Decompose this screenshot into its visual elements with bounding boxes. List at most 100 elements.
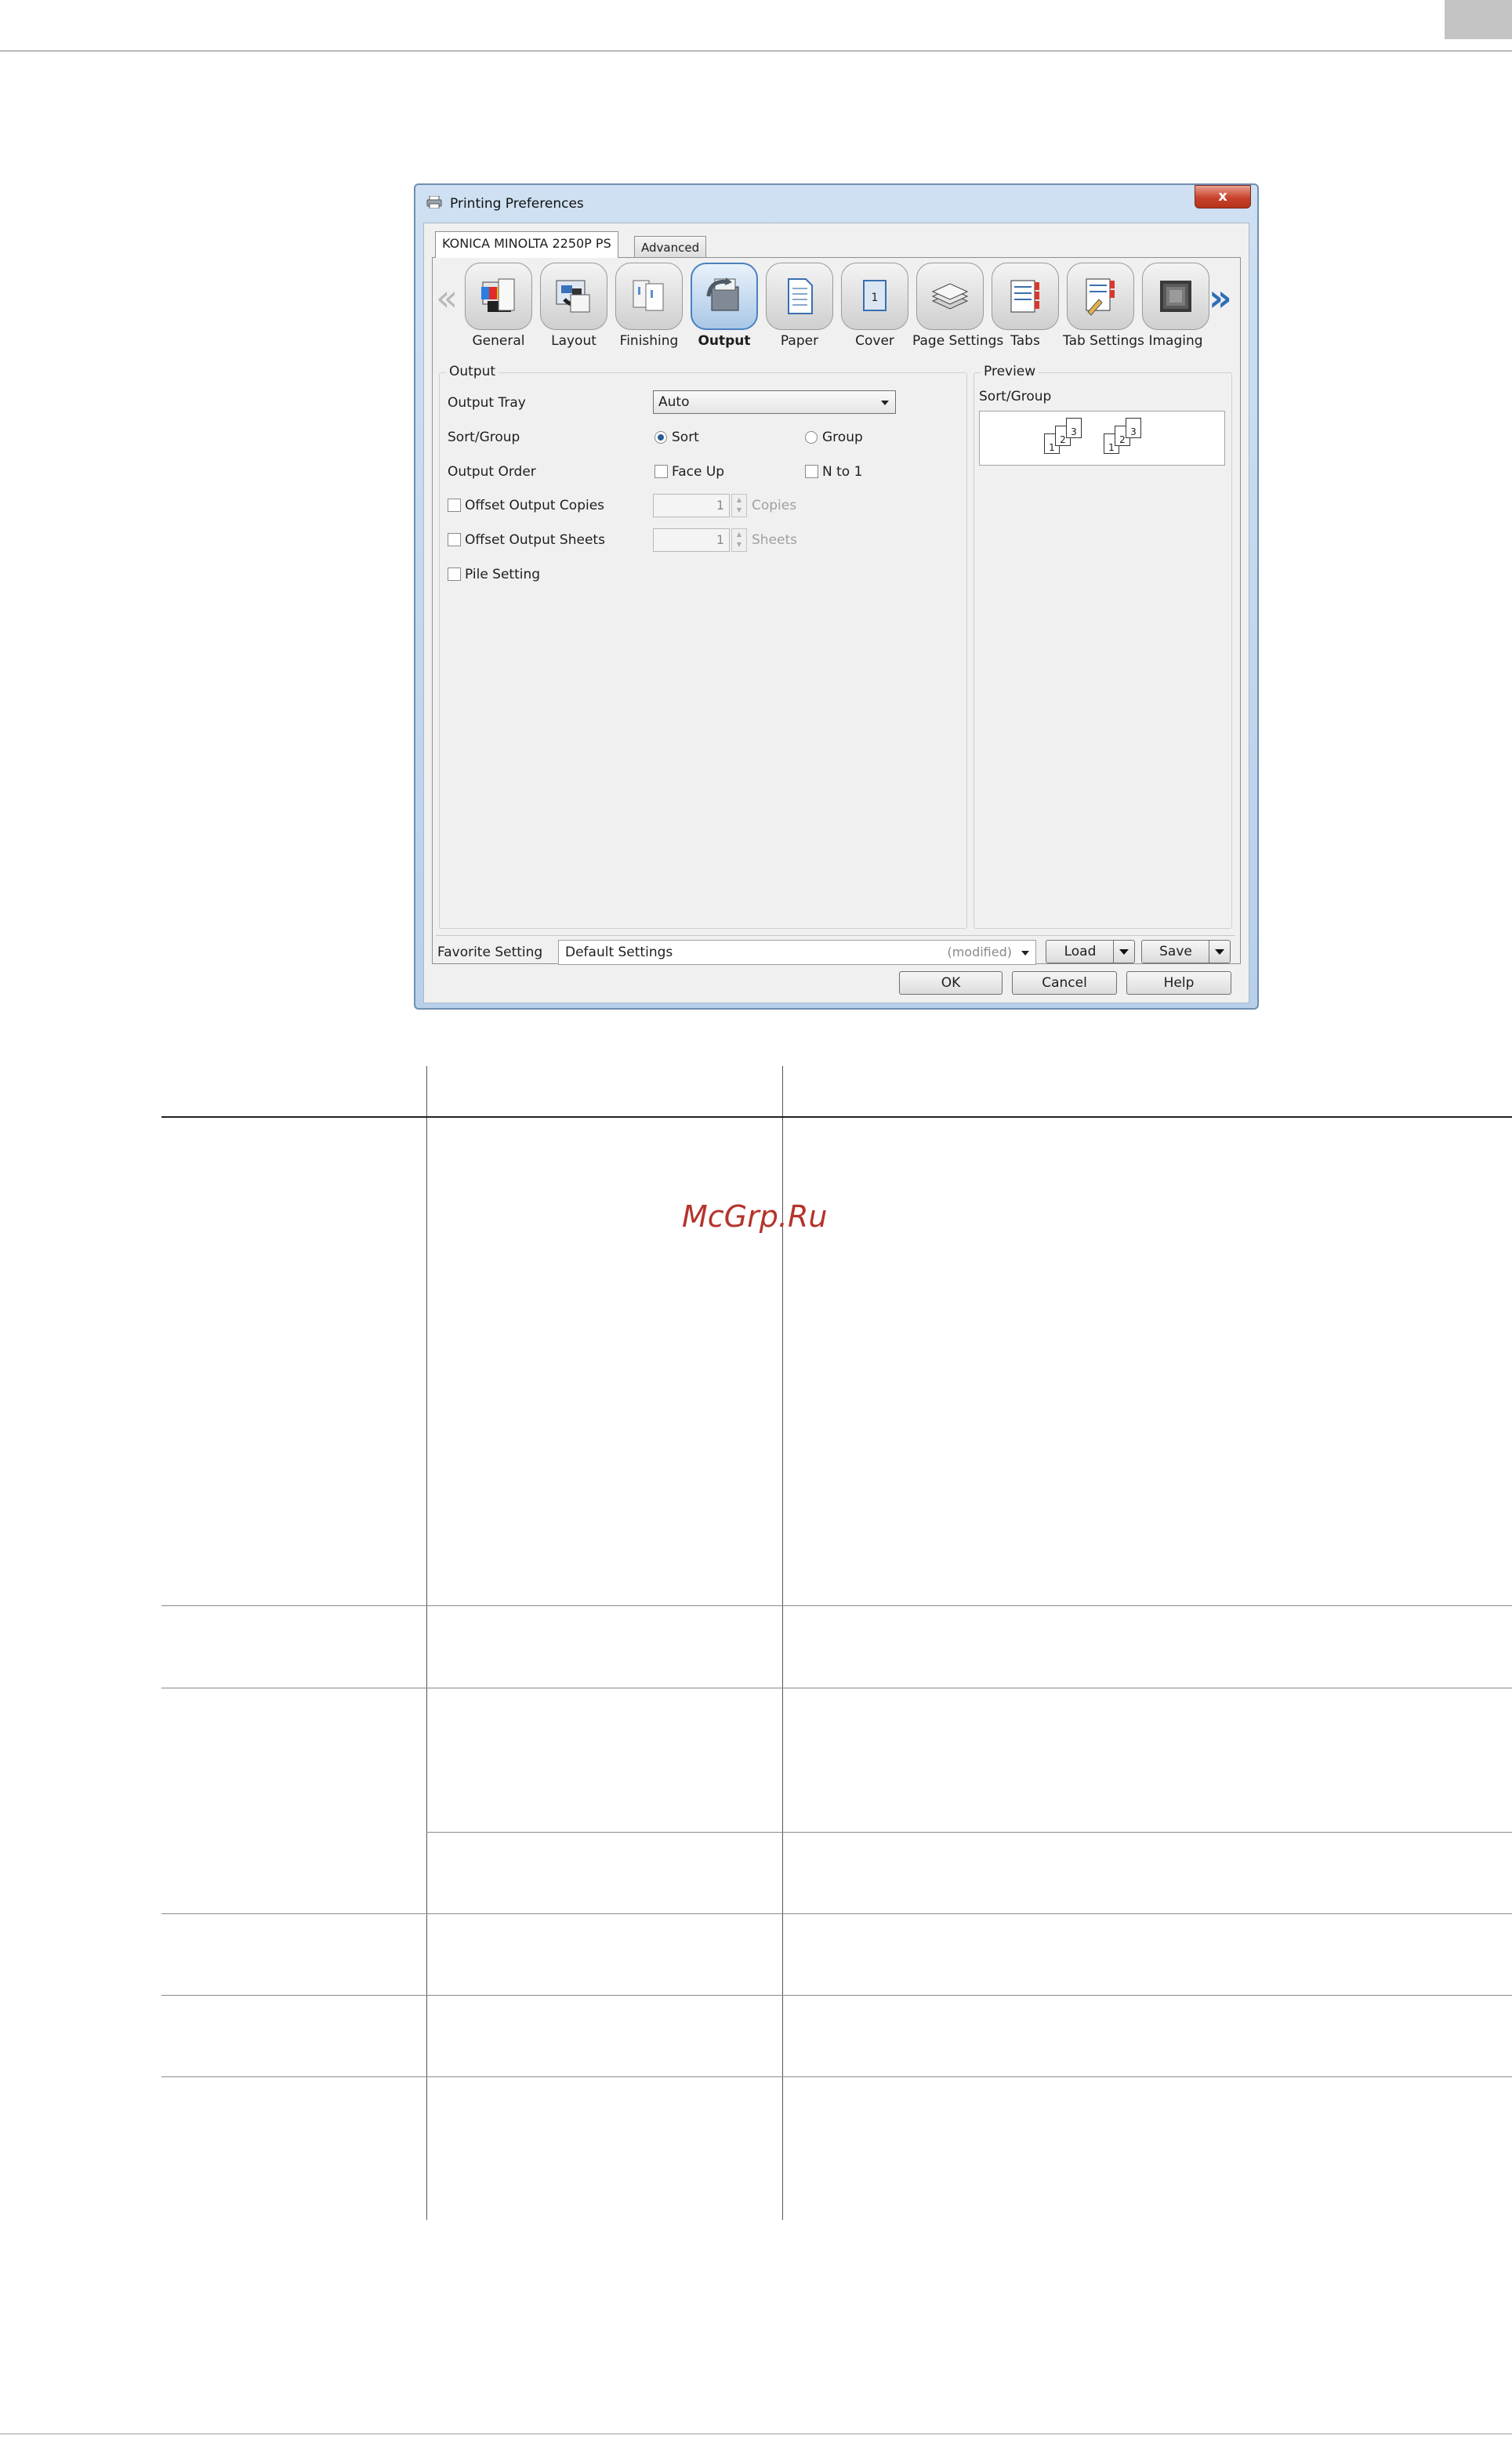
- category-label: Finishing: [619, 333, 679, 349]
- category-cover[interactable]: 1 Cover: [837, 263, 912, 349]
- category-paper[interactable]: Paper: [762, 263, 837, 349]
- group-radio[interactable]: [805, 431, 818, 444]
- face-up-label[interactable]: Face Up: [672, 464, 724, 480]
- output-icon: [691, 263, 758, 330]
- scroll-left-icon[interactable]: «: [436, 280, 458, 316]
- group-radio-label[interactable]: Group: [822, 430, 863, 445]
- output-tray-label: Output Tray: [448, 395, 526, 411]
- category-layout[interactable]: Layout: [536, 263, 611, 349]
- offset-copies-label[interactable]: Offset Output Copies: [465, 498, 604, 513]
- category-output[interactable]: Output: [687, 263, 762, 349]
- load-dropdown-icon[interactable]: [1113, 941, 1134, 963]
- watermark-text: McGrp.Ru: [682, 1199, 828, 1234]
- footer-rule: [0, 2433, 1512, 2435]
- favorite-setting-select[interactable]: Default Settings (modified): [558, 940, 1036, 965]
- cover-icon: 1: [841, 263, 908, 330]
- sort-radio[interactable]: [654, 431, 667, 444]
- output-group: Output Output Tray Auto Sort/Group Sort …: [439, 364, 967, 929]
- ok-button[interactable]: OK: [899, 971, 1003, 995]
- category-tab-settings[interactable]: Tab Settings: [1063, 263, 1144, 349]
- tabs-icon: [992, 263, 1059, 330]
- category-label: Output: [698, 333, 751, 349]
- paper-icon: [766, 263, 833, 330]
- general-icon: [465, 263, 532, 330]
- table-subrow-rule: [426, 1832, 1512, 1833]
- sort-group-label: Sort/Group: [448, 430, 520, 445]
- output-group-title: Output: [446, 364, 499, 379]
- preview-page: 3: [1126, 418, 1141, 438]
- finishing-icon: [615, 263, 683, 330]
- page-corner-tab: [1445, 0, 1512, 39]
- preview-group: Preview Sort/Group 1 2 3 1 2 3: [974, 364, 1232, 929]
- tab-panel: « General Layout Finishing Output Paper …: [432, 257, 1241, 965]
- scroll-right-icon[interactable]: »: [1209, 280, 1232, 316]
- chevron-down-icon: [1021, 951, 1029, 956]
- output-order-label: Output Order: [448, 464, 536, 480]
- face-up-checkbox[interactable]: [654, 465, 668, 478]
- favorite-setting-value: Default Settings: [565, 945, 673, 960]
- printer-icon: [426, 196, 442, 209]
- pile-setting-checkbox[interactable]: [448, 568, 461, 581]
- table-row-rule: [161, 2076, 1512, 2077]
- n-to-1-label[interactable]: N to 1: [822, 464, 862, 480]
- table-column-divider: [426, 1066, 427, 2220]
- category-label: Paper: [780, 333, 819, 349]
- save-dropdown-icon[interactable]: [1209, 941, 1230, 963]
- dialog-title: Printing Preferences: [450, 196, 584, 212]
- table-row-rule: [161, 1995, 1512, 1996]
- close-button[interactable]: x: [1195, 185, 1251, 209]
- imaging-icon: [1142, 263, 1209, 330]
- category-label: Imaging: [1148, 333, 1203, 349]
- tab-settings-icon: [1067, 263, 1134, 330]
- svg-text:1: 1: [872, 292, 879, 304]
- header-rule: [0, 50, 1512, 52]
- offset-sheets-stepper[interactable]: ▲ ▼: [731, 528, 747, 552]
- category-label: Layout: [551, 333, 596, 349]
- help-button[interactable]: Help: [1126, 971, 1231, 995]
- tab-konica-minolta[interactable]: KONICA MINOLTA 2250P PS: [435, 231, 618, 258]
- offset-sheets-checkbox[interactable]: [448, 533, 461, 546]
- category-label: Tab Settings: [1063, 333, 1144, 349]
- category-label: General: [472, 333, 525, 349]
- offset-copies-input[interactable]: 1: [653, 494, 730, 517]
- category-general[interactable]: General: [461, 263, 536, 349]
- output-tray-value: Auto: [658, 394, 690, 410]
- chevron-down-icon: [881, 401, 889, 405]
- preview-page: 3: [1066, 418, 1082, 438]
- favorite-divider: [436, 935, 1235, 936]
- n-to-1-checkbox[interactable]: [805, 465, 818, 478]
- output-tray-select[interactable]: Auto: [653, 390, 896, 414]
- category-imaging[interactable]: Imaging: [1138, 263, 1213, 349]
- dialog-client: KONICA MINOLTA 2250P PS Advanced « Gener…: [423, 223, 1249, 1003]
- pile-setting-label[interactable]: Pile Setting: [465, 567, 540, 582]
- tab-advanced[interactable]: Advanced: [634, 236, 707, 258]
- table-column-divider: [782, 1066, 783, 2220]
- save-label: Save: [1159, 944, 1192, 959]
- category-tabs[interactable]: Tabs: [988, 263, 1063, 349]
- offset-sheets-input[interactable]: 1: [653, 528, 730, 552]
- category-page-settings[interactable]: Page Settings: [912, 263, 1004, 349]
- table-row-rule: [161, 1913, 1512, 1914]
- category-label: Page Settings: [912, 333, 1004, 349]
- category-label: Tabs: [1010, 333, 1040, 349]
- category-bar: « General Layout Finishing Output Paper …: [433, 263, 1240, 357]
- save-button[interactable]: Save: [1141, 940, 1231, 963]
- offset-sheets-unit: Sheets: [752, 532, 798, 548]
- category-finishing[interactable]: Finishing: [611, 263, 687, 349]
- sort-radio-label[interactable]: Sort: [672, 430, 699, 445]
- category-label: Cover: [855, 333, 894, 349]
- table-header-rule: [161, 1116, 1512, 1118]
- cancel-button[interactable]: Cancel: [1012, 971, 1117, 995]
- offset-copies-stepper[interactable]: ▲ ▼: [731, 494, 747, 517]
- printing-preferences-dialog: Printing Preferences x KONICA MINOLTA 22…: [414, 183, 1259, 1010]
- favorite-modified: (modified): [947, 945, 1012, 959]
- title-bar: Printing Preferences x: [415, 185, 1257, 221]
- preview-group-title: Preview: [981, 364, 1039, 379]
- preview-caption: Sort/Group: [979, 389, 1052, 404]
- favorite-setting-label: Favorite Setting: [437, 945, 543, 960]
- offset-copies-checkbox[interactable]: [448, 499, 461, 512]
- load-button[interactable]: Load: [1046, 940, 1135, 963]
- sort-group-preview: 1 2 3 1 2 3: [979, 411, 1225, 466]
- offset-copies-unit: Copies: [752, 498, 797, 513]
- offset-sheets-label[interactable]: Offset Output Sheets: [465, 532, 605, 548]
